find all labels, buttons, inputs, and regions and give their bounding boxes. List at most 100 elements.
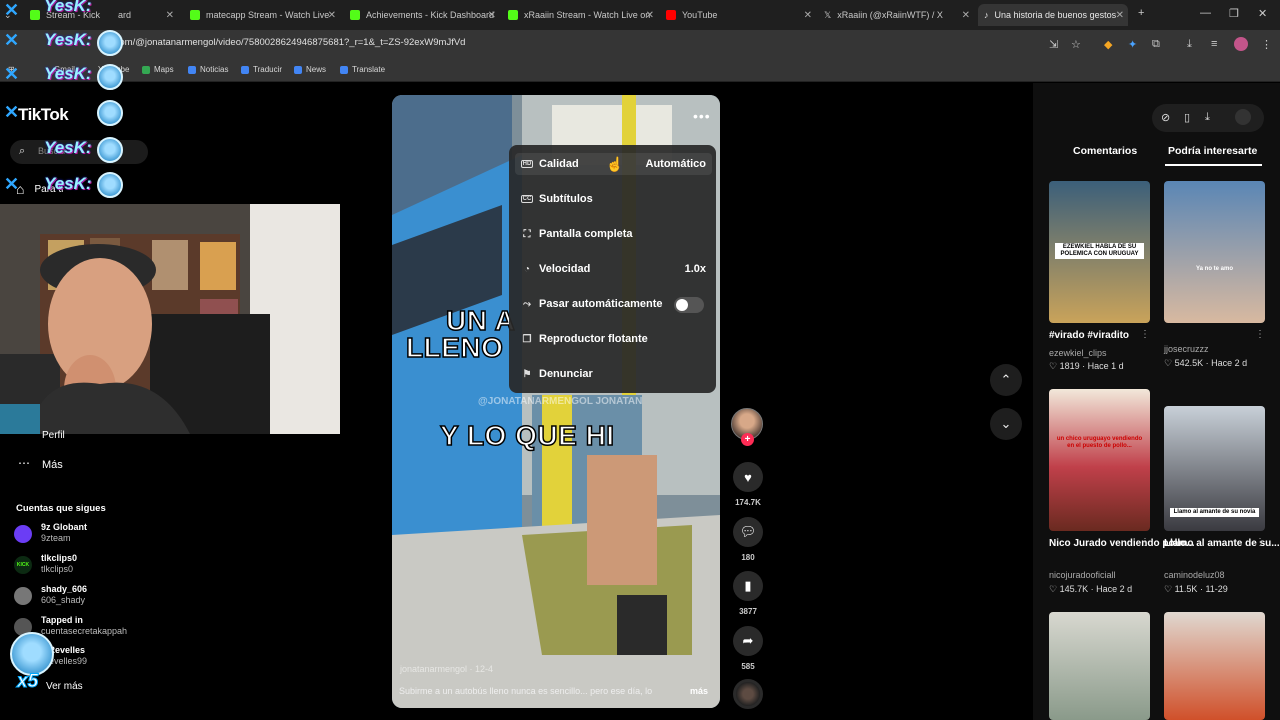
more-dots-icon[interactable]: ⋮	[1140, 329, 1150, 340]
comment-count: 180	[741, 553, 755, 562]
tab-xraaiin-stream[interactable]: xRaaiin Stream - Watch Live on ✕	[508, 4, 658, 26]
more-dots-icon[interactable]: ⋮	[1255, 329, 1265, 340]
menu-item-label: Pasar automáticamente	[539, 298, 663, 310]
suggested-video-thumbnail[interactable]: Llamo al amante de su novia	[1164, 406, 1265, 531]
menu-item-denunciar[interactable]: ⚑ Denunciar	[521, 363, 706, 385]
menu-item-subtitulos[interactable]: CC Subtítulos	[521, 188, 706, 210]
suggested-video-title[interactable]: #virado #viradito	[1049, 330, 1129, 341]
compass-icon[interactable]: ⊘	[1161, 111, 1170, 124]
more-dots-icon[interactable]: ⋮	[1140, 537, 1150, 548]
tab-youtube[interactable]: YouTube ✕	[666, 4, 816, 26]
more-dots-icon[interactable]: ⋮	[1255, 537, 1265, 548]
tab-podria-interesarte[interactable]: Podría interesarte	[1168, 145, 1257, 157]
like-count: 174.7K	[735, 498, 761, 507]
close-icon[interactable]: ✕	[166, 10, 174, 21]
tab-achievements[interactable]: Achievements - Kick Dashboard ✕	[350, 4, 500, 26]
next-video-button[interactable]: ⌄	[990, 408, 1022, 440]
kick-icon	[508, 10, 518, 20]
bookmark-maps[interactable]: Maps	[142, 65, 174, 74]
kick-icon	[30, 10, 40, 20]
tab-tiktok-active[interactable]: ♪ Una historia de buenos gestos ✕	[978, 4, 1128, 26]
menu-item-pasar-automaticamente[interactable]: ⤳ Pasar automáticamente	[521, 293, 706, 315]
close-icon[interactable]: ✕	[646, 10, 654, 21]
following-account[interactable]: shady_606 606_shady	[14, 584, 154, 608]
menu-item-label: Pantalla completa	[539, 228, 633, 240]
video-caption-line: LLENO	[405, 331, 504, 364]
share-button[interactable]: ➦ 585	[733, 626, 763, 671]
suggested-video-thumbnail[interactable]: EZEWKIEL HABLA DE SU POLEMICA CON URUGUA…	[1049, 181, 1150, 323]
suggested-video-thumbnail[interactable]	[1164, 612, 1265, 720]
tab-matecapp[interactable]: matecapp Stream - Watch Live ✕	[190, 4, 340, 26]
extension-icon[interactable]: ✦	[1128, 38, 1137, 51]
chevron-down-icon: ⌄	[1000, 416, 1012, 431]
bookmark-noticias[interactable]: Noticias	[188, 65, 228, 74]
bookmark-translate[interactable]: Translate	[340, 65, 385, 74]
download-icon[interactable]: ⤓	[1205, 111, 1210, 124]
ver-mas-link[interactable]: Ver más	[46, 681, 83, 692]
bookmark-news[interactable]: News	[294, 65, 326, 74]
menu-item-pantalla-completa[interactable]: ⛶ Pantalla completa	[521, 223, 706, 245]
autoscroll-icon: ⤳	[523, 298, 531, 310]
suggested-video-user[interactable]: ezewkiel_clips	[1049, 348, 1107, 358]
maximize-icon[interactable]: ❐	[1229, 7, 1239, 20]
media-control-icon[interactable]: ≡	[1211, 38, 1217, 50]
new-tab-button[interactable]: +	[1138, 7, 1144, 19]
suggested-video-user[interactable]: jjosecruzzz	[1164, 344, 1209, 354]
tiktok-logo[interactable]: TikTok	[18, 105, 69, 125]
following-account[interactable]: 9z Globant 9zteam	[14, 522, 154, 546]
user-avatar[interactable]	[1235, 109, 1251, 125]
install-app-icon[interactable]: ⇲	[1049, 38, 1058, 51]
minimize-icon[interactable]: —	[1200, 7, 1211, 19]
extension-icon[interactable]: ◆	[1104, 38, 1112, 51]
bookmark-traducir[interactable]: Traducir	[241, 65, 282, 74]
save-button[interactable]: ▮ 3877	[733, 571, 763, 616]
overlay-yesk-text: YesK:	[44, 174, 92, 193]
browser-menu-icon[interactable]: ⋮	[1261, 38, 1272, 51]
nav-mas[interactable]: Más	[42, 459, 63, 471]
suggested-video-thumbnail[interactable]	[1049, 612, 1150, 720]
download-icon[interactable]: ⤓	[1187, 38, 1192, 51]
tab-label: matecapp Stream - Watch Live	[206, 10, 330, 20]
video-author[interactable]: jonatanarmengol · 12-4	[400, 664, 493, 674]
video-more-options-icon[interactable]: •••	[693, 108, 711, 124]
music-disc-icon[interactable]	[733, 679, 763, 709]
save-count: 3877	[739, 607, 757, 616]
nav-perfil[interactable]: Perfil	[42, 430, 65, 441]
bookmark-star-icon[interactable]: ☆	[1071, 38, 1081, 51]
suggested-video-stats: ♡ 145.7K · Hace 2 d	[1049, 584, 1133, 594]
menu-item-velocidad[interactable]: ◔ Velocidad 1.0x	[521, 258, 706, 280]
like-button[interactable]: ♥ 174.7K	[733, 462, 763, 507]
suggested-video-user[interactable]: nicojuradooficiall	[1049, 570, 1116, 580]
window-close-icon[interactable]: ✕	[1258, 7, 1267, 20]
video-caption-line: Y LO QUE HI	[439, 419, 615, 452]
webcam-image	[0, 204, 340, 434]
description-more-button[interactable]: más	[690, 686, 708, 696]
thumbnail-caption: EZEWKIEL HABLA DE SU POLEMICA CON URUGUA…	[1055, 243, 1144, 259]
menu-item-reproductor-flotante[interactable]: ❐ Reproductor flotante	[521, 328, 706, 350]
profile-avatar[interactable]	[1234, 37, 1248, 51]
news-icon	[294, 65, 302, 74]
close-icon[interactable]: ✕	[1116, 10, 1124, 21]
close-icon[interactable]: ✕	[962, 10, 970, 21]
suggested-video-thumbnail[interactable]: Ya no te amo	[1164, 181, 1265, 323]
flag-icon: ⚑	[522, 368, 532, 380]
following-account[interactable]: KICK tlkclips0 tlkclips0	[14, 553, 154, 577]
previous-video-button[interactable]: ⌃	[990, 364, 1022, 396]
video-description: Subirme a un autobús lleno nunca es senc…	[399, 686, 653, 696]
suggested-video-user[interactable]: caminodeluz08	[1164, 570, 1225, 580]
heart-icon: ♡	[1164, 584, 1175, 594]
extensions-puzzle-icon[interactable]: ⧉	[1152, 38, 1160, 51]
close-icon[interactable]: ✕	[804, 10, 812, 21]
follow-plus-icon[interactable]: +	[741, 433, 754, 446]
account-handle: tlkclips0	[41, 564, 74, 574]
phone-icon[interactable]: ▯	[1184, 111, 1190, 124]
comment-button[interactable]: 💬︎ 180	[733, 517, 763, 562]
close-icon[interactable]: ✕	[328, 10, 336, 21]
address-bar[interactable]: .com/@jonatanarmengol/video/758002862494…	[112, 37, 465, 48]
tab-comentarios[interactable]: Comentarios	[1073, 145, 1137, 157]
close-icon[interactable]: ✕	[488, 10, 496, 21]
suggested-video-thumbnail[interactable]: un chico uruguayo vendiendo en el puesto…	[1049, 389, 1150, 531]
hd-icon: HD	[521, 160, 533, 168]
autoplay-toggle[interactable]	[674, 297, 704, 313]
tab-x-profile[interactable]: 𝕏 xRaaiin (@xRaiinWTF) / X ✕	[824, 4, 974, 26]
